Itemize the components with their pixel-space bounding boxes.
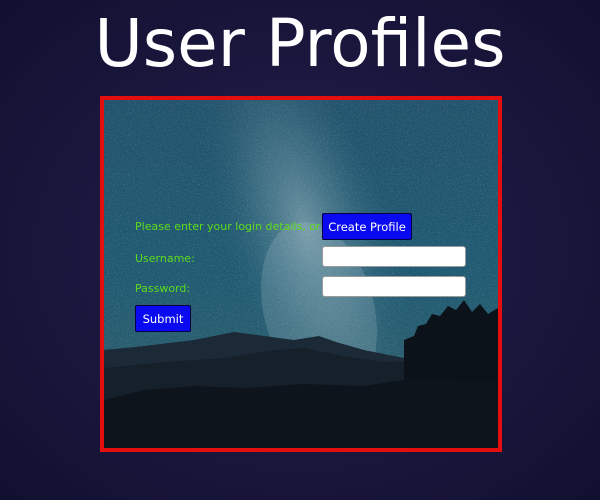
page-title: User Profiles — [94, 5, 506, 82]
password-input[interactable] — [322, 276, 466, 297]
login-panel: Please enter your login details, or Crea… — [100, 96, 502, 452]
username-input[interactable] — [322, 246, 466, 267]
username-label: Username: — [135, 252, 195, 265]
submit-button[interactable]: Submit — [135, 305, 191, 332]
login-instructions: Please enter your login details, or — [135, 220, 321, 233]
night-sky-background-image — [104, 100, 498, 448]
create-profile-button[interactable]: Create Profile — [322, 213, 412, 240]
password-label: Password: — [135, 282, 191, 295]
